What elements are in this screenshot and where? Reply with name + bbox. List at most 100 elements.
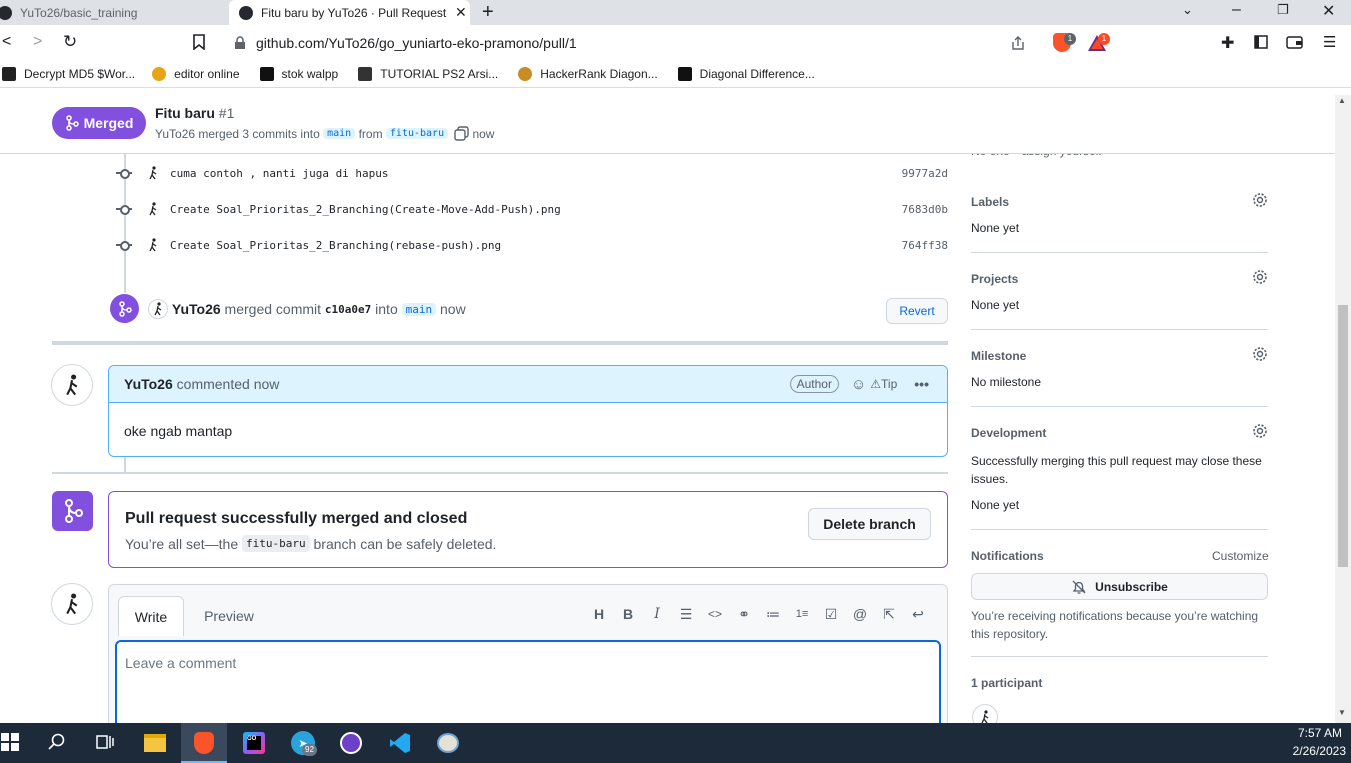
heading-icon[interactable]: H	[589, 604, 609, 624]
labels-heading[interactable]: Labels	[971, 195, 1009, 209]
bookmark-editor-online[interactable]: editor online	[152, 67, 240, 81]
task-view-icon[interactable]	[95, 733, 115, 751]
comment-author-link[interactable]: YuTo26	[124, 376, 173, 392]
reference-icon[interactable]: ⇱	[879, 604, 899, 624]
pr-author-link[interactable]: YuTo26	[155, 127, 195, 141]
file-explorer-icon[interactable]	[139, 727, 171, 759]
search-icon[interactable]	[48, 733, 66, 751]
comment-avatar[interactable]	[51, 364, 93, 406]
copy-icon[interactable]	[454, 126, 470, 141]
bookmark-diagonal-difference[interactable]: Diagonal Difference...	[677, 67, 815, 81]
projects-value: None yet	[971, 298, 1020, 312]
avatar	[149, 166, 157, 180]
scrollbar-thumb[interactable]	[1338, 305, 1348, 567]
brave-taskbar-icon[interactable]	[188, 727, 220, 759]
delete-branch-button[interactable]: Delete branch	[808, 508, 931, 540]
close-tab-icon[interactable]: ✕	[455, 4, 467, 21]
unsubscribe-button[interactable]: Unsubscribe	[971, 573, 1268, 600]
share-icon[interactable]	[1010, 35, 1026, 51]
head-branch-chip[interactable]: fitu-baru	[385, 128, 449, 139]
comment-header: YuTo26 commented now Author ☺ ⚠ Tip •••	[109, 366, 947, 403]
merge-icon	[64, 499, 83, 523]
back-icon[interactable]: <	[2, 33, 11, 51]
commit-row: Create Soal_Prioritas_2_Branching(Create…	[116, 199, 948, 219]
minimize-icon[interactable]: –	[1232, 1, 1241, 19]
close-window-icon[interactable]: ✕	[1322, 1, 1335, 21]
goland-icon[interactable]: GO	[238, 727, 270, 759]
github-desktop-icon[interactable]	[335, 727, 367, 759]
bookmark-decrypt-md5[interactable]: Decrypt MD5 $Wor...	[2, 67, 135, 81]
kebab-menu-icon[interactable]: •••	[914, 376, 929, 392]
unordered-list-icon[interactable]: ≔	[763, 604, 783, 624]
avatar[interactable]	[148, 299, 168, 319]
sidebar-divider	[971, 406, 1268, 407]
projects-heading[interactable]: Projects	[971, 272, 1018, 286]
tab-preview[interactable]: Preview	[193, 596, 265, 636]
lock-icon	[235, 36, 245, 49]
comment-placeholder: Leave a comment	[125, 655, 237, 671]
clock-time[interactable]: 7:57 AM	[1296, 726, 1342, 740]
paint-app-icon[interactable]	[432, 727, 464, 759]
merge-event-badge	[110, 294, 139, 323]
restore-icon[interactable]: ❐	[1277, 2, 1289, 18]
bookmark-page-icon[interactable]	[193, 34, 205, 50]
pr-subtitle: YuTo26 merged 3 commits into main from f…	[155, 126, 495, 141]
menu-icon[interactable]: ☰	[1323, 33, 1336, 51]
tab-write[interactable]: Write	[118, 596, 184, 636]
reload-icon[interactable]: ↻	[63, 32, 77, 52]
sidebar-toggle-icon[interactable]	[1254, 35, 1268, 49]
extensions-icon[interactable]: ✚	[1221, 33, 1234, 53]
gear-icon[interactable]	[1252, 192, 1268, 208]
commit-message[interactable]: Create Soal_Prioritas_2_Branching(rebase…	[170, 239, 501, 252]
tab-basic-training[interactable]: YuTo26/basic_training	[0, 0, 228, 25]
notifications-heading: Notifications	[971, 549, 1044, 563]
forward-icon[interactable]: >	[33, 33, 42, 51]
commit-row: cuma contoh , nanti juga di hapus 9977a2…	[116, 163, 948, 183]
bookmark-stok-walpp[interactable]: stok walpp	[259, 67, 338, 81]
reply-icon[interactable]: ↩	[908, 604, 928, 624]
link-icon[interactable]: ⚭	[734, 604, 754, 624]
branch-chip[interactable]: main	[401, 302, 437, 316]
ordered-list-icon[interactable]: 1≡	[792, 604, 812, 624]
scroll-down-icon[interactable]: ▼	[1338, 708, 1346, 717]
timeline-divider	[52, 472, 948, 474]
bookmark-hackerrank[interactable]: HackerRank Diagon...	[518, 67, 658, 81]
address-bar[interactable]: github.com/YuTo26/go_yuniarto-eko-pramon…	[222, 29, 1038, 57]
code-icon[interactable]: <>	[705, 604, 725, 624]
bold-icon[interactable]: B	[618, 604, 638, 624]
tab-search-chevron-icon[interactable]: ⌄	[1182, 2, 1193, 18]
italic-icon[interactable]: I	[647, 604, 667, 624]
revert-button[interactable]: Revert	[886, 298, 948, 324]
merged-state-badge: Merged	[52, 107, 146, 139]
merge-commit-link[interactable]: c10a0e7	[325, 303, 371, 316]
commit-message[interactable]: cuma contoh , nanti juga di hapus	[170, 167, 389, 180]
emoji-reaction-icon[interactable]: ☺	[851, 376, 866, 393]
scroll-up-icon[interactable]: ▲	[1338, 96, 1346, 105]
commit-sha[interactable]: 9977a2d	[902, 167, 948, 180]
windows-start-icon[interactable]	[1, 733, 19, 751]
new-tab-icon[interactable]: +	[482, 1, 494, 24]
timeline-line	[124, 457, 126, 472]
merged-status-text: You’re all set—the fitu-baru branch can …	[125, 535, 497, 552]
bookmark-tutorial-ps2[interactable]: TUTORIAL PS2 Arsi...	[358, 67, 498, 81]
mention-icon[interactable]: @	[850, 604, 870, 624]
commit-sha[interactable]: 7683d0b	[902, 203, 948, 216]
tab-pull-request[interactable]: Fitu baru by YuTo26 · Pull Request ✕	[229, 0, 470, 25]
milestone-heading[interactable]: Milestone	[971, 349, 1026, 363]
gear-icon[interactable]	[1252, 346, 1268, 362]
url-text: github.com/YuTo26/go_yuniarto-eko-pramon…	[256, 35, 577, 51]
task-list-icon[interactable]: ☑	[821, 604, 841, 624]
commit-sha[interactable]: 764ff38	[902, 239, 948, 252]
development-heading[interactable]: Development	[971, 426, 1046, 440]
base-branch-chip[interactable]: main	[323, 128, 356, 139]
gear-icon[interactable]	[1252, 269, 1268, 285]
merge-user-link[interactable]: YuTo26	[172, 301, 221, 317]
quote-icon[interactable]: ☰	[676, 604, 696, 624]
customize-link[interactable]: Customize	[1212, 549, 1269, 563]
wallet-icon[interactable]	[1286, 35, 1303, 49]
commit-message[interactable]: Create Soal_Prioritas_2_Branching(Create…	[170, 203, 561, 216]
timeline-divider	[52, 341, 948, 345]
vscode-icon[interactable]	[384, 727, 416, 759]
clock-date[interactable]: 2/26/2023	[1286, 744, 1346, 758]
gear-icon[interactable]	[1252, 423, 1268, 439]
